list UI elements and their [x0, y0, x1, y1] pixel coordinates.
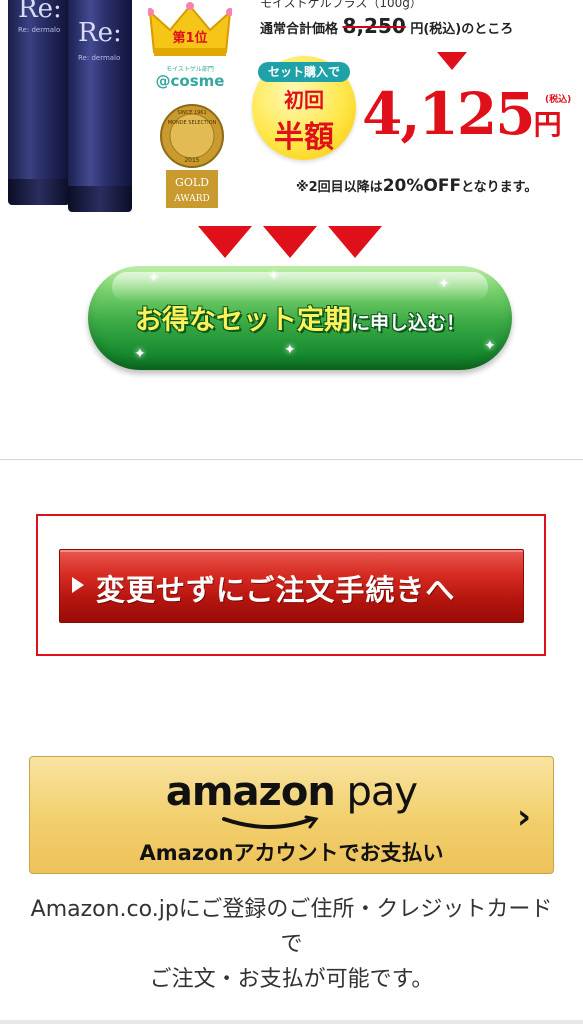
tube-cap-left — [8, 179, 70, 205]
amazon-pay-subtitle: Amazonアカウントでお支払い — [139, 841, 444, 865]
product-logo-right: Re: — [78, 18, 122, 48]
note-suffix: となります。 — [461, 180, 538, 195]
gold-medal-icon: SINCE 1961 MONDE SELECTION 2015 GOLD AWA… — [160, 104, 224, 208]
regular-price-line: 通常合計価格 8,250 円(税込)のところ — [260, 14, 513, 38]
regular-price: 8,250 — [342, 14, 406, 38]
tube-cap-right — [68, 186, 132, 212]
campaign-price: 4,125円 — [362, 80, 562, 148]
half-price-label: 半額 — [274, 120, 334, 155]
play-arrow-icon — [72, 577, 84, 593]
subscribe-sub-text: に申し込む！ — [350, 312, 465, 334]
section-divider — [0, 459, 583, 460]
product-tube-left: Re: Re: dermalo — [8, 0, 70, 205]
award-badges: 第1位 モイストゲル部門 @cosme SINCE 1961 MONDE SEL… — [140, 0, 240, 220]
product-sub-right: Re: dermalo — [78, 54, 121, 62]
cosme-logo: @cosme — [155, 72, 225, 90]
bottom-divider — [0, 1020, 583, 1024]
yen-label: 円 — [533, 108, 562, 141]
medal-name: MONDE SELECTION — [168, 120, 217, 126]
product-name: モイストゲルプラス（100g） — [260, 0, 422, 10]
subscribe-set-button[interactable]: ✦ ✦ ✦ ✦ ✦ ✦ お得なセット定期に申し込む！ — [88, 266, 512, 370]
down-arrow-icon — [198, 226, 252, 258]
medal-award: AWARD — [173, 194, 209, 204]
amazon-pay-note: Amazon.co.jpにご登録のご住所・クレジットカード で ご注文・お支払が… — [0, 892, 583, 997]
sparkle-icon: ✦ — [148, 270, 160, 286]
product-tube-right: Re: Re: dermalo — [68, 0, 132, 212]
amazon-smile-icon — [222, 815, 319, 829]
down-arrows — [198, 226, 382, 260]
product-logo-left: Re: — [18, 0, 62, 24]
proceed-order-label: 変更せずにご注文手続きへ — [96, 573, 456, 607]
down-arrow-icon — [328, 226, 382, 258]
amazon-note-line-2: で — [280, 932, 303, 957]
subscribe-main-text: お得なセット定期 — [134, 305, 351, 336]
medal-gold: GOLD — [175, 176, 209, 189]
sparkle-icon: ✦ — [438, 276, 450, 292]
sparkle-icon: ✦ — [284, 342, 296, 358]
sparkle-icon: ✦ — [268, 268, 280, 284]
medal-year: 2015 — [184, 157, 199, 164]
sparkle-icon: ✦ — [134, 346, 146, 362]
chevron-right-icon: › — [516, 797, 531, 837]
note-prefix: ※2回目以降は — [296, 180, 383, 195]
crown-icon: 第1位 — [148, 2, 232, 56]
promo-banner: Re: Re: dermalo Re: Re: dermalo 第1位 モイスト… — [0, 0, 583, 460]
product-image: Re: Re: dermalo Re: Re: dermalo — [0, 0, 140, 220]
proceed-order-button[interactable]: 変更せずにご注文手続きへ — [59, 549, 524, 623]
discount-note: ※2回目以降は20%OFFとなります。 — [296, 176, 537, 196]
medal-since: SINCE 1961 — [177, 110, 206, 116]
sparkle-icon: ✦ — [484, 338, 496, 354]
amazon-pay-logo: amazon pay — [30, 769, 553, 815]
set-purchase-tag: セット購入で — [258, 62, 350, 82]
note-discount: 20%OFF — [382, 176, 462, 196]
amazon-wordmark: amazon — [165, 769, 336, 815]
regular-price-label: 通常合計価格 — [260, 22, 339, 37]
amazon-pay-button[interactable]: amazon pay Amazonアカウントでお支払い › — [29, 756, 554, 874]
product-sub-left: Re: dermalo — [18, 26, 61, 34]
first-time-label: 初回 — [284, 88, 324, 112]
amazon-note-line-1: Amazon.co.jpにご登録のご住所・クレジットカード — [30, 897, 553, 922]
campaign-price-value: 4,125 — [362, 80, 536, 148]
price-arrow-icon — [437, 52, 467, 70]
pay-wordmark: pay — [334, 769, 419, 815]
regular-price-suffix: 円(税込)のところ — [410, 22, 514, 37]
subscribe-set-label: お得なセット定期に申し込む！ — [88, 298, 512, 337]
tax-label: (税込) — [545, 95, 572, 105]
award-rank: 第1位 — [172, 30, 207, 46]
amazon-note-line-3: ご注文・お支払が可能です。 — [149, 967, 434, 992]
down-arrow-icon — [263, 226, 317, 258]
